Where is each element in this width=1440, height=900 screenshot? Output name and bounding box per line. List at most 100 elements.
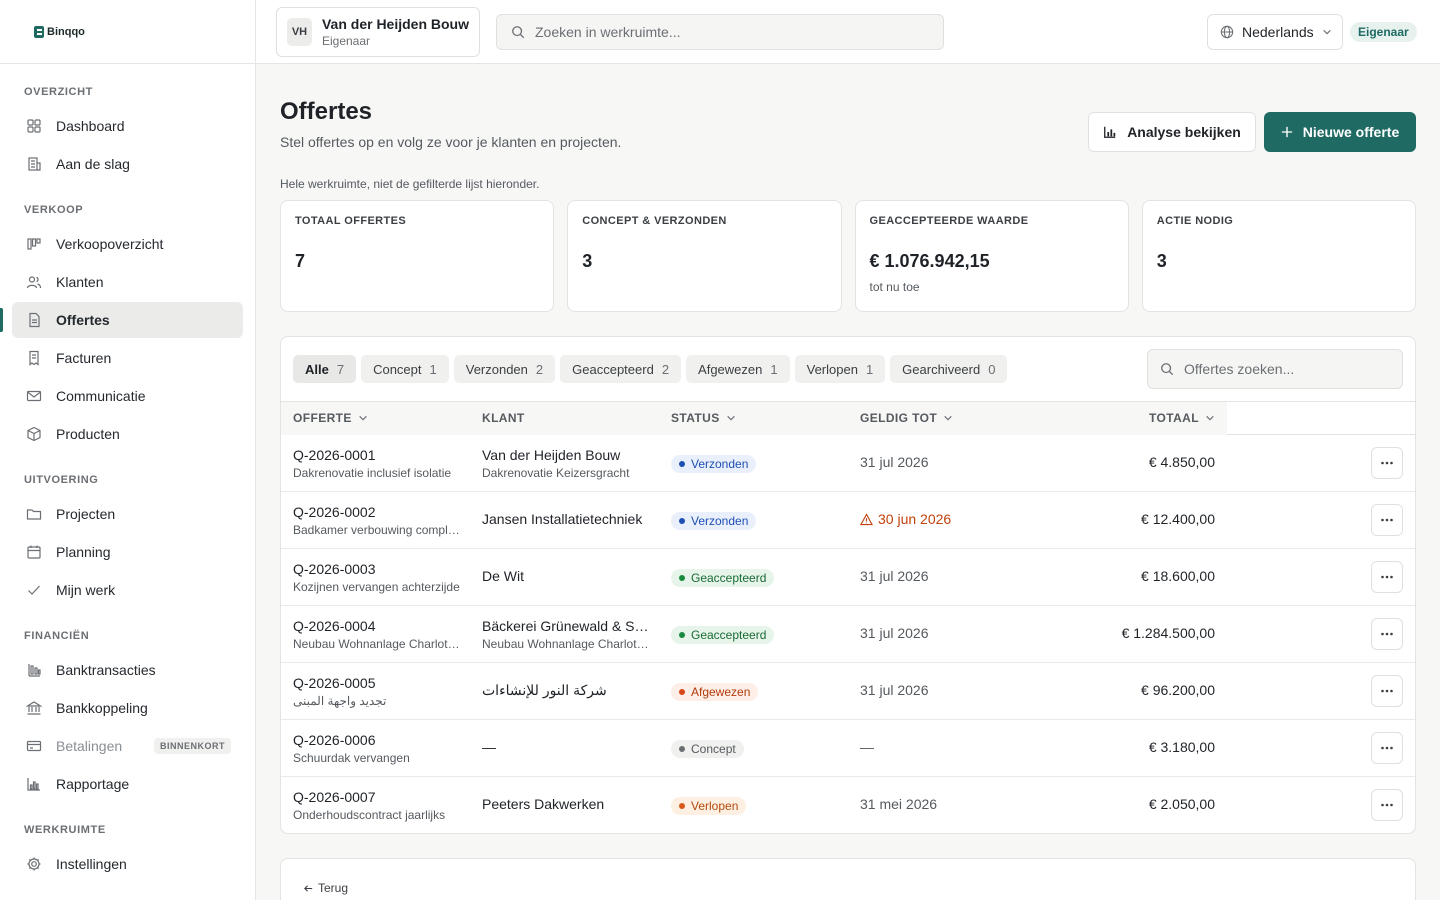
customer-name: — bbox=[482, 739, 496, 755]
sidebar-item-dashboard[interactable]: Dashboard bbox=[12, 108, 243, 144]
logo-icon bbox=[34, 25, 44, 38]
table-row[interactable]: Q-2026-0007 Onderhoudscontract jaarlijks P… bbox=[281, 777, 1415, 833]
filter-chip-label: Concept bbox=[373, 361, 422, 377]
valid-until-cell: 31 jul 2026 bbox=[860, 682, 929, 698]
sidebar-item-instellingen[interactable]: Instellingen bbox=[12, 846, 243, 882]
row-actions-button[interactable] bbox=[1371, 789, 1403, 821]
filter-chip-concept[interactable]: Concept 1 bbox=[361, 355, 449, 383]
filter-chip-verzonden[interactable]: Verzonden 2 bbox=[453, 355, 556, 383]
brand-logo[interactable]: Binqqo bbox=[34, 25, 85, 38]
workspace-avatar: VH bbox=[287, 18, 312, 46]
table-row[interactable]: Q-2026-0004 Neubau Wohnanlage Charlottenb… bbox=[281, 606, 1415, 663]
filter-chip-count: 0 bbox=[988, 361, 996, 377]
quote-number[interactable]: Q-2026-0004 bbox=[293, 618, 461, 634]
filter-chip-afgewezen[interactable]: Afgewezen 1 bbox=[686, 355, 790, 383]
customer-name: شركة النور للإنشاءات bbox=[482, 682, 607, 698]
quote-number[interactable]: Q-2026-0005 bbox=[293, 675, 461, 691]
status-badge: Geaccepteerd bbox=[671, 569, 775, 587]
table-row[interactable]: Q-2026-0003 Kozijnen vervangen achterzijd… bbox=[281, 549, 1415, 606]
status-label: Geaccepteerd bbox=[691, 628, 767, 642]
column-header-quote[interactable]: OFFERTE bbox=[293, 411, 368, 425]
status-cell: Verzonden bbox=[671, 511, 757, 530]
customer-cell: — bbox=[482, 739, 650, 755]
filter-chip-label: Geaccepteerd bbox=[572, 361, 654, 377]
footer-card: Terug bbox=[280, 858, 1416, 900]
workspace-search-input[interactable]: Zoeken in werkruimte... bbox=[496, 14, 944, 50]
quote-number[interactable]: Q-2026-0002 bbox=[293, 504, 461, 520]
column-header-status[interactable]: STATUS bbox=[671, 411, 736, 425]
analyse-button[interactable]: Analyse bekijken bbox=[1088, 112, 1256, 152]
quote-number[interactable]: Q-2026-0007 bbox=[293, 789, 461, 805]
sidebar-item-label: Offertes bbox=[56, 312, 110, 328]
sidebar-item-aan-de-slag[interactable]: Aan de slag bbox=[12, 146, 243, 182]
back-link[interactable]: Terug bbox=[303, 881, 348, 895]
row-actions-button[interactable] bbox=[1371, 675, 1403, 707]
sidebar-item-planning[interactable]: Planning bbox=[12, 534, 243, 570]
table-row[interactable]: Q-2026-0006 Schuurdak vervangen — Concept — €… bbox=[281, 720, 1415, 777]
stat-value: 3 bbox=[1156, 251, 1167, 271]
valid-until-date: 31 jul 2026 bbox=[860, 625, 929, 641]
table-row[interactable]: Q-2026-0002 Badkamer verbouwing complete J… bbox=[281, 492, 1415, 549]
sidebar-item-betalingen[interactable]: Betalingen BINNENKORT bbox=[12, 728, 243, 764]
language-select[interactable]: Nederlands bbox=[1207, 14, 1343, 50]
total-amount: € 3.180,00 bbox=[1148, 739, 1215, 755]
sidebar-item-facturen[interactable]: Facturen bbox=[12, 340, 243, 376]
sidebar-item-label: Facturen bbox=[56, 350, 112, 366]
valid-until-date: 31 jul 2026 bbox=[860, 568, 929, 584]
row-actions-button[interactable] bbox=[1371, 561, 1403, 593]
quote-description: Dakrenovatie inclusief isolatie bbox=[293, 466, 452, 480]
column-header-customer: KLANT bbox=[482, 411, 525, 425]
valid-until-cell: 31 jul 2026 bbox=[860, 625, 929, 641]
quote-number[interactable]: Q-2026-0003 bbox=[293, 561, 461, 577]
status-badge: Verzonden bbox=[671, 512, 757, 530]
sidebar-item-communicatie[interactable]: Communicatie bbox=[12, 378, 243, 414]
filter-chip-alle[interactable]: Alle 7 bbox=[293, 355, 357, 383]
sidebar-section-title: VERKOOP bbox=[24, 204, 84, 216]
sidebar-item-mijn-werk[interactable]: Mijn werk bbox=[12, 572, 243, 608]
row-actions-button[interactable] bbox=[1371, 447, 1403, 479]
sidebar-item-klanten[interactable]: Klanten bbox=[12, 264, 243, 300]
analyse-button-label: Analyse bekijken bbox=[1127, 124, 1241, 140]
filter-chip-gearchiveerd[interactable]: Gearchiveerd 0 bbox=[890, 355, 1008, 383]
quote-cell: Q-2026-0005 تجديد واجهة المبنى bbox=[293, 675, 461, 708]
sidebar-section: VERKOOP Verkoopoverzicht Klanten Offertes Fa… bbox=[0, 200, 243, 452]
filter-chip-geaccepteerd[interactable]: Geaccepteerd 2 bbox=[560, 355, 682, 383]
filter-chip-verlopen[interactable]: Verlopen 1 bbox=[794, 355, 886, 383]
new-quote-button[interactable]: Nieuwe offerte bbox=[1264, 112, 1416, 152]
sidebar-item-verkoopoverzicht[interactable]: Verkoopoverzicht bbox=[12, 226, 243, 262]
sidebar-item-banktransacties[interactable]: Banktransacties bbox=[12, 652, 243, 688]
globe-icon bbox=[1220, 25, 1234, 39]
quote-number[interactable]: Q-2026-0001 bbox=[293, 447, 461, 463]
stat-card: TOTAAL OFFERTES 7 bbox=[280, 200, 555, 312]
more-horizontal-icon bbox=[1379, 455, 1395, 471]
mail-icon bbox=[26, 388, 42, 404]
customer-name: Jansen Installatietechniek bbox=[482, 511, 643, 527]
stat-card: GEACCEPTEERDE WAARDE € 1.076.942,15 tot nu… bbox=[854, 200, 1129, 312]
gear-icon bbox=[26, 856, 42, 872]
sidebar-item-rapportage[interactable]: Rapportage bbox=[12, 766, 243, 802]
row-actions-button[interactable] bbox=[1371, 618, 1403, 650]
table-row[interactable]: Q-2026-0005 تجديد واجهة المبنى شركة النور … bbox=[281, 663, 1415, 720]
column-header-total[interactable]: TOTAAL bbox=[1149, 411, 1215, 425]
table-row[interactable]: Q-2026-0001 Dakrenovatie inclusief isolat… bbox=[281, 435, 1415, 492]
quotes-search-input[interactable]: Offertes zoeken... bbox=[1147, 349, 1403, 389]
logo-bar: Binqqo bbox=[0, 0, 255, 64]
status-filters: Alle 7 Concept 1 Verzonden 2 Geaccepteerd 2 Afge… bbox=[293, 355, 1008, 383]
customer-cell: شركة النور للإنشاءات bbox=[482, 682, 650, 699]
customer-name: Van der Heijden Bouw bbox=[482, 447, 621, 463]
topbar: VH Van der Heijden Bouw Eigenaar Zoeken … bbox=[256, 0, 1440, 64]
customer-name: De Wit bbox=[482, 568, 524, 584]
row-actions-button[interactable] bbox=[1371, 732, 1403, 764]
sidebar-item-producten[interactable]: Producten bbox=[12, 416, 243, 452]
status-cell: Geaccepteerd bbox=[671, 568, 775, 587]
sidebar-item-offertes[interactable]: Offertes bbox=[0, 302, 243, 338]
dashboard-icon bbox=[26, 118, 42, 134]
pipeline-icon bbox=[26, 236, 42, 252]
quote-number[interactable]: Q-2026-0006 bbox=[293, 732, 461, 748]
sidebar-item-bankkoppeling[interactable]: Bankkoppeling bbox=[12, 690, 243, 726]
calendar-icon bbox=[26, 544, 42, 560]
row-actions-button[interactable] bbox=[1371, 504, 1403, 536]
workspace-switcher[interactable]: VH Van der Heijden Bouw Eigenaar bbox=[276, 7, 480, 57]
sidebar-item-projecten[interactable]: Projecten bbox=[12, 496, 243, 532]
column-header-valid[interactable]: GELDIG TOT bbox=[860, 411, 953, 425]
